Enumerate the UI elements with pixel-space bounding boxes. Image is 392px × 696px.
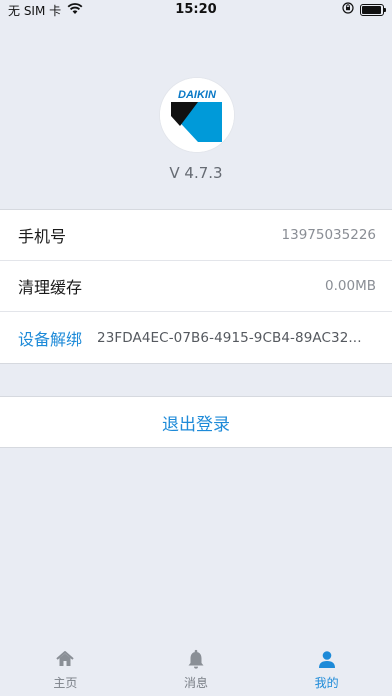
tab-messages-label: 消息 <box>184 676 209 690</box>
status-time: 15:20 <box>175 2 217 17</box>
status-right <box>342 2 386 17</box>
tab-bar: 主页 消息 我的 <box>0 642 392 696</box>
phone-label: 手机号 <box>18 227 67 246</box>
home-icon <box>54 648 76 670</box>
settings-list: 手机号 13975035226 清理缓存 0.00MB 设备解绑 23FDA4E… <box>0 209 392 364</box>
cache-size-value: 0.00MB <box>325 278 376 294</box>
device-unbind-row[interactable]: 设备解绑 23FDA4EC-07B6-4915-9CB4-89AC32... <box>0 312 392 363</box>
bell-icon <box>185 648 207 670</box>
tab-messages[interactable]: 消息 <box>131 642 262 696</box>
status-bar: 无 SIM 卡 15:20 <box>0 0 392 20</box>
daikin-logo: DAIKIN <box>160 78 234 152</box>
logo-text: DAIKIN <box>178 89 217 101</box>
battery-icon <box>360 3 386 16</box>
tab-home-label: 主页 <box>53 676 78 690</box>
orientation-lock-icon <box>342 2 354 17</box>
tab-mine-label: 我的 <box>314 676 339 690</box>
phone-value: 13975035226 <box>281 227 376 243</box>
logout-button[interactable]: 退出登录 <box>0 396 392 448</box>
app-screen: 无 SIM 卡 15:20 DAIKIN V 4.7.3 手机号 1397503… <box>0 0 392 696</box>
clear-cache-label: 清理缓存 <box>18 278 83 297</box>
tab-home[interactable]: 主页 <box>0 642 131 696</box>
tab-mine[interactable]: 我的 <box>261 642 392 696</box>
user-icon <box>316 648 338 670</box>
device-id-value: 23FDA4EC-07B6-4915-9CB4-89AC32... <box>97 329 362 346</box>
phone-row: 手机号 13975035226 <box>0 210 392 261</box>
battery-level-fill <box>362 5 381 14</box>
device-unbind-label[interactable]: 设备解绑 <box>18 326 82 350</box>
clear-cache-row[interactable]: 清理缓存 0.00MB <box>0 261 392 312</box>
app-version: V 4.7.3 <box>169 164 223 182</box>
